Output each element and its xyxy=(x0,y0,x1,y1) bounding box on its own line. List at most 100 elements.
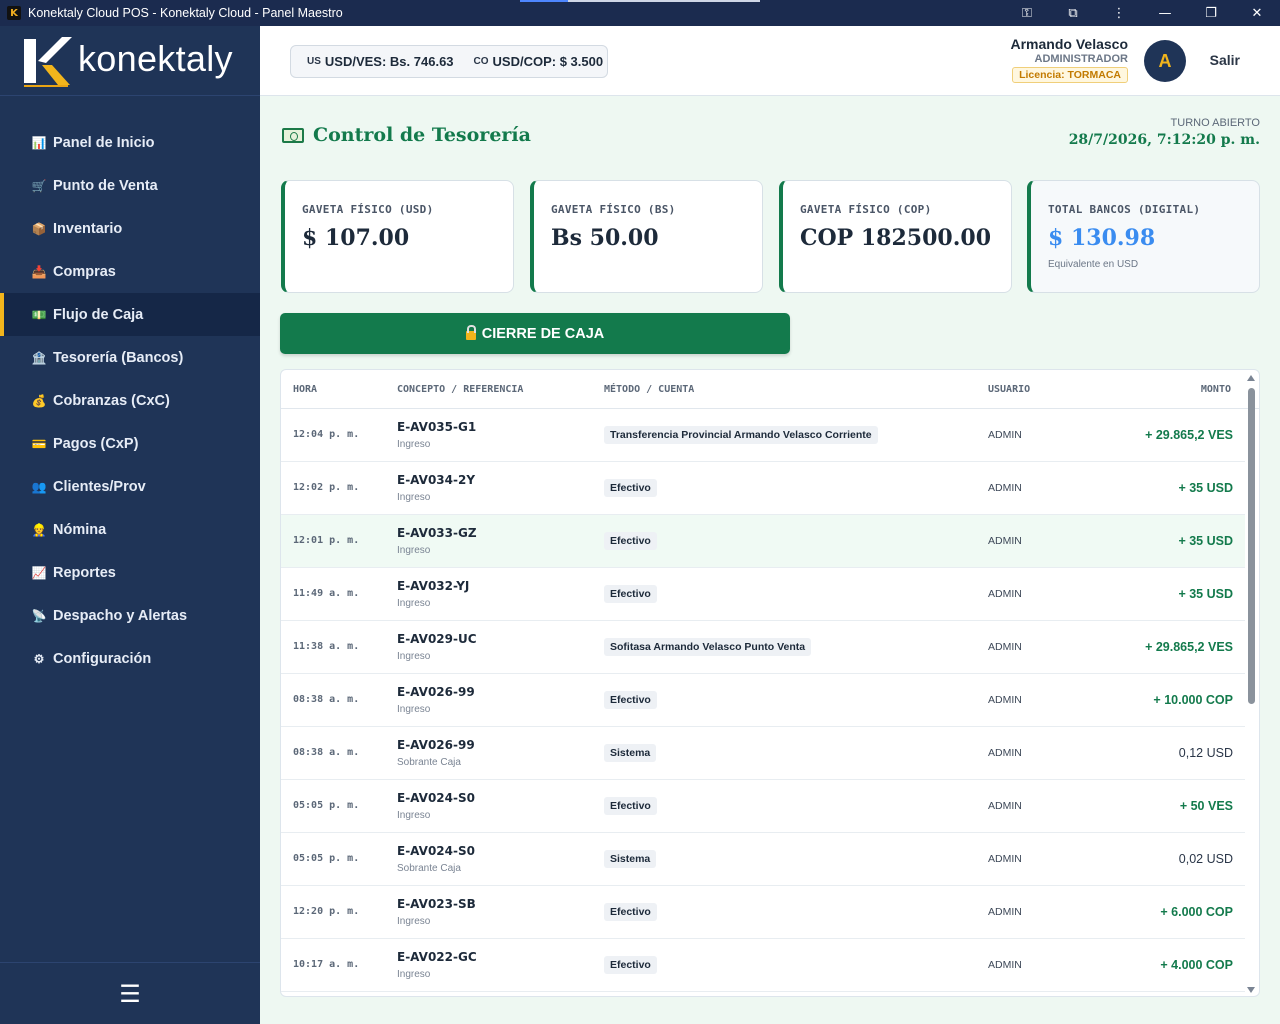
sidebar-item-label: Punto de Venta xyxy=(53,177,158,194)
table-row[interactable]: 08:38 a. m. E-AV026-99 Ingreso Efectivo ADMI… xyxy=(281,674,1245,727)
cell-method-badge: Sistema xyxy=(604,744,657,762)
restore-button[interactable]: ❐ xyxy=(1188,0,1234,26)
report-icon: 📈 xyxy=(31,565,47,580)
table-row[interactable]: 10:17 a. m. E-AV022-GC Ingreso Efectivo ADMI… xyxy=(281,939,1245,992)
page-title-text: Control de Tesorería xyxy=(313,124,531,146)
cell-reference: E-AV024-S0 xyxy=(397,844,475,858)
card-value: $ 130.98 xyxy=(1048,225,1156,251)
sidebar-item-compras[interactable]: 📥 Compras xyxy=(0,250,260,293)
cell-method-badge: Transferencia Provincial Armando Velasco… xyxy=(604,426,878,444)
minimize-button[interactable]: — xyxy=(1142,0,1188,26)
column-header-amount[interactable]: MONTO xyxy=(1201,384,1231,395)
table-row[interactable]: 12:04 p. m. E-AV035-G1 Ingreso Transferenci… xyxy=(281,409,1245,462)
close-register-button[interactable]: CIERRE DE CAJA xyxy=(280,313,790,354)
table-body: 12:04 p. m. E-AV035-G1 Ingreso Transferenci… xyxy=(281,409,1259,992)
cell-method-badge: Sofitasa Armando Velasco Punto Venta xyxy=(604,638,812,656)
cell-amount: + 4.000 COP xyxy=(1160,958,1233,972)
column-header-time[interactable]: HORA xyxy=(293,384,317,395)
cell-time: 05:05 p. m. xyxy=(293,800,360,811)
us-flag-code: US xyxy=(307,56,321,67)
sidebar-item-label: Pagos (CxP) xyxy=(53,435,139,452)
sidebar-item-reportes[interactable]: 📈 Reportes xyxy=(0,551,260,594)
sidebar-item-n-mina[interactable]: 👷 Nómina xyxy=(0,508,260,551)
cell-reference: E-AV035-G1 xyxy=(397,420,477,434)
table-scrollbar[interactable] xyxy=(1243,370,1259,996)
close-window-button[interactable]: ✕ xyxy=(1234,0,1280,26)
sidebar-item-pagos-cxp[interactable]: 💳 Pagos (CxP) xyxy=(0,422,260,465)
table-row[interactable]: 05:05 p. m. E-AV024-S0 Sobrante Caja Sistem… xyxy=(281,833,1245,886)
cell-type: Ingreso xyxy=(397,651,431,662)
cell-type: Ingreso xyxy=(397,598,431,609)
card-drawer-bs: GAVETA FÍSICO (BS) Bs 50.00 xyxy=(530,180,763,293)
window-titlebar: K Konektaly Cloud POS - Konektaly Cloud … xyxy=(0,0,1280,26)
logout-button[interactable]: Salir xyxy=(1210,52,1240,68)
sidebar-item-label: Reportes xyxy=(53,564,116,581)
sidebar-item-tesorer-a-bancos[interactable]: 🏦 Tesorería (Bancos) xyxy=(0,336,260,379)
cell-user: ADMIN xyxy=(988,800,1022,812)
table-row[interactable]: 12:20 p. m. E-AV023-SB Ingreso Efectivo ADMI… xyxy=(281,886,1245,939)
cell-amount: + 35 USD xyxy=(1178,534,1233,548)
sidebar-item-inventario[interactable]: 📦 Inventario xyxy=(0,207,260,250)
cell-time: 12:04 p. m. xyxy=(293,429,360,440)
co-flag-code: CO xyxy=(473,56,489,67)
sidebar-item-label: Cobranzas (CxC) xyxy=(53,392,170,409)
cell-reference: E-AV026-99 xyxy=(397,685,475,699)
card-value: COP 182500.00 xyxy=(800,225,991,251)
sidebar-item-cobranzas-cxc[interactable]: 💰 Cobranzas (CxC) xyxy=(0,379,260,422)
cell-method-badge: Sistema xyxy=(604,850,657,868)
key-icon[interactable]: ⚿ xyxy=(1004,0,1050,26)
satellite-icon: 📡 xyxy=(31,608,47,623)
user-info: Armando Velasco ADMINISTRADOR Licencia: … xyxy=(1010,36,1129,83)
extension-icon[interactable]: ⧉ xyxy=(1050,0,1096,26)
cell-amount: + 10.000 COP xyxy=(1153,693,1233,707)
column-header-concept[interactable]: CONCEPTO / REFERENCIA xyxy=(397,384,523,395)
table-row[interactable]: 12:01 p. m. E-AV033-GZ Ingreso Efectivo ADMI… xyxy=(281,515,1245,568)
konektaly-logo-icon xyxy=(24,36,72,87)
chart-icon: 📊 xyxy=(31,135,47,150)
cell-reference: E-AV024-S0 xyxy=(397,791,475,805)
cell-time: 11:49 a. m. xyxy=(293,588,360,599)
table-row[interactable]: 05:05 p. m. E-AV024-S0 Ingreso Efectivo ADMI… xyxy=(281,780,1245,833)
cell-time: 10:17 a. m. xyxy=(293,959,360,970)
table-row[interactable]: 12:02 p. m. E-AV034-2Y Ingreso Efectivo ADMI… xyxy=(281,462,1245,515)
sidebar-item-flujo-de-caja[interactable]: 💵 Flujo de Caja xyxy=(0,293,260,336)
cell-user: ADMIN xyxy=(988,482,1022,494)
menu-toggle-button[interactable]: ☰ xyxy=(0,962,260,1024)
sidebar-item-label: Nómina xyxy=(53,521,107,538)
cell-type: Ingreso xyxy=(397,492,431,503)
download-icon: 📥 xyxy=(31,264,47,279)
user-name: Armando Velasco xyxy=(1010,36,1129,52)
avatar[interactable]: A xyxy=(1144,40,1186,82)
sidebar-item-punto-de-venta[interactable]: 🛒 Punto de Venta xyxy=(0,164,260,207)
cell-reference: E-AV023-SB xyxy=(397,897,476,911)
sidebar-item-label: Panel de Inicio xyxy=(53,134,155,151)
page-title: Control de Tesorería xyxy=(282,124,531,146)
cell-time: 08:38 a. m. xyxy=(293,747,360,758)
scrollbar-thumb[interactable] xyxy=(1248,388,1255,704)
cell-user: ADMIN xyxy=(988,747,1022,759)
more-options-icon[interactable]: ⋮ xyxy=(1096,0,1142,26)
sidebar-item-clientes-prov[interactable]: 👥 Clientes/Prov xyxy=(0,465,260,508)
cell-amount: + 35 USD xyxy=(1178,481,1233,495)
scroll-up-icon[interactable] xyxy=(1247,375,1255,381)
column-header-user[interactable]: USUARIO xyxy=(988,384,1030,395)
card-drawer-cop: GAVETA FÍSICO (COP) COP 182500.00 xyxy=(779,180,1012,293)
table-row[interactable]: 11:49 a. m. E-AV032-YJ Ingreso Efectivo ADMI… xyxy=(281,568,1245,621)
user-role: ADMINISTRADOR xyxy=(1034,53,1129,65)
sidebar-item-configuraci-n[interactable]: ⚙ Configuración xyxy=(0,637,260,680)
balance-cards: GAVETA FÍSICO (USD) $ 107.00 GAVETA FÍSI… xyxy=(281,180,1260,293)
card-label: TOTAL BANCOS (DIGITAL) xyxy=(1048,203,1201,216)
shift-status: TURNO ABIERTO 28/7/2026, 7:12:20 p. m. xyxy=(1069,117,1260,148)
cell-method-badge: Efectivo xyxy=(604,691,657,709)
table-row[interactable]: 08:38 a. m. E-AV026-99 Sobrante Caja Sistem… xyxy=(281,727,1245,780)
column-header-method[interactable]: MÉTODO / CUENTA xyxy=(604,384,694,395)
cell-user: ADMIN xyxy=(988,959,1022,971)
scroll-down-icon[interactable] xyxy=(1247,987,1255,993)
cell-user: ADMIN xyxy=(988,906,1022,918)
sidebar-item-despacho-y-alertas[interactable]: 📡 Despacho y Alertas xyxy=(0,594,260,637)
table-row[interactable]: 11:38 a. m. E-AV029-UC Ingreso Sofitasa Arm… xyxy=(281,621,1245,674)
top-header: US USD/VES: Bs. 746.63 CO USD/COP: $ 3.5… xyxy=(260,26,1280,96)
sidebar-item-panel-de-inicio[interactable]: 📊 Panel de Inicio xyxy=(0,121,260,164)
moneybag-icon: 💰 xyxy=(31,393,47,408)
brand-logo[interactable]: konektaly xyxy=(0,26,260,96)
